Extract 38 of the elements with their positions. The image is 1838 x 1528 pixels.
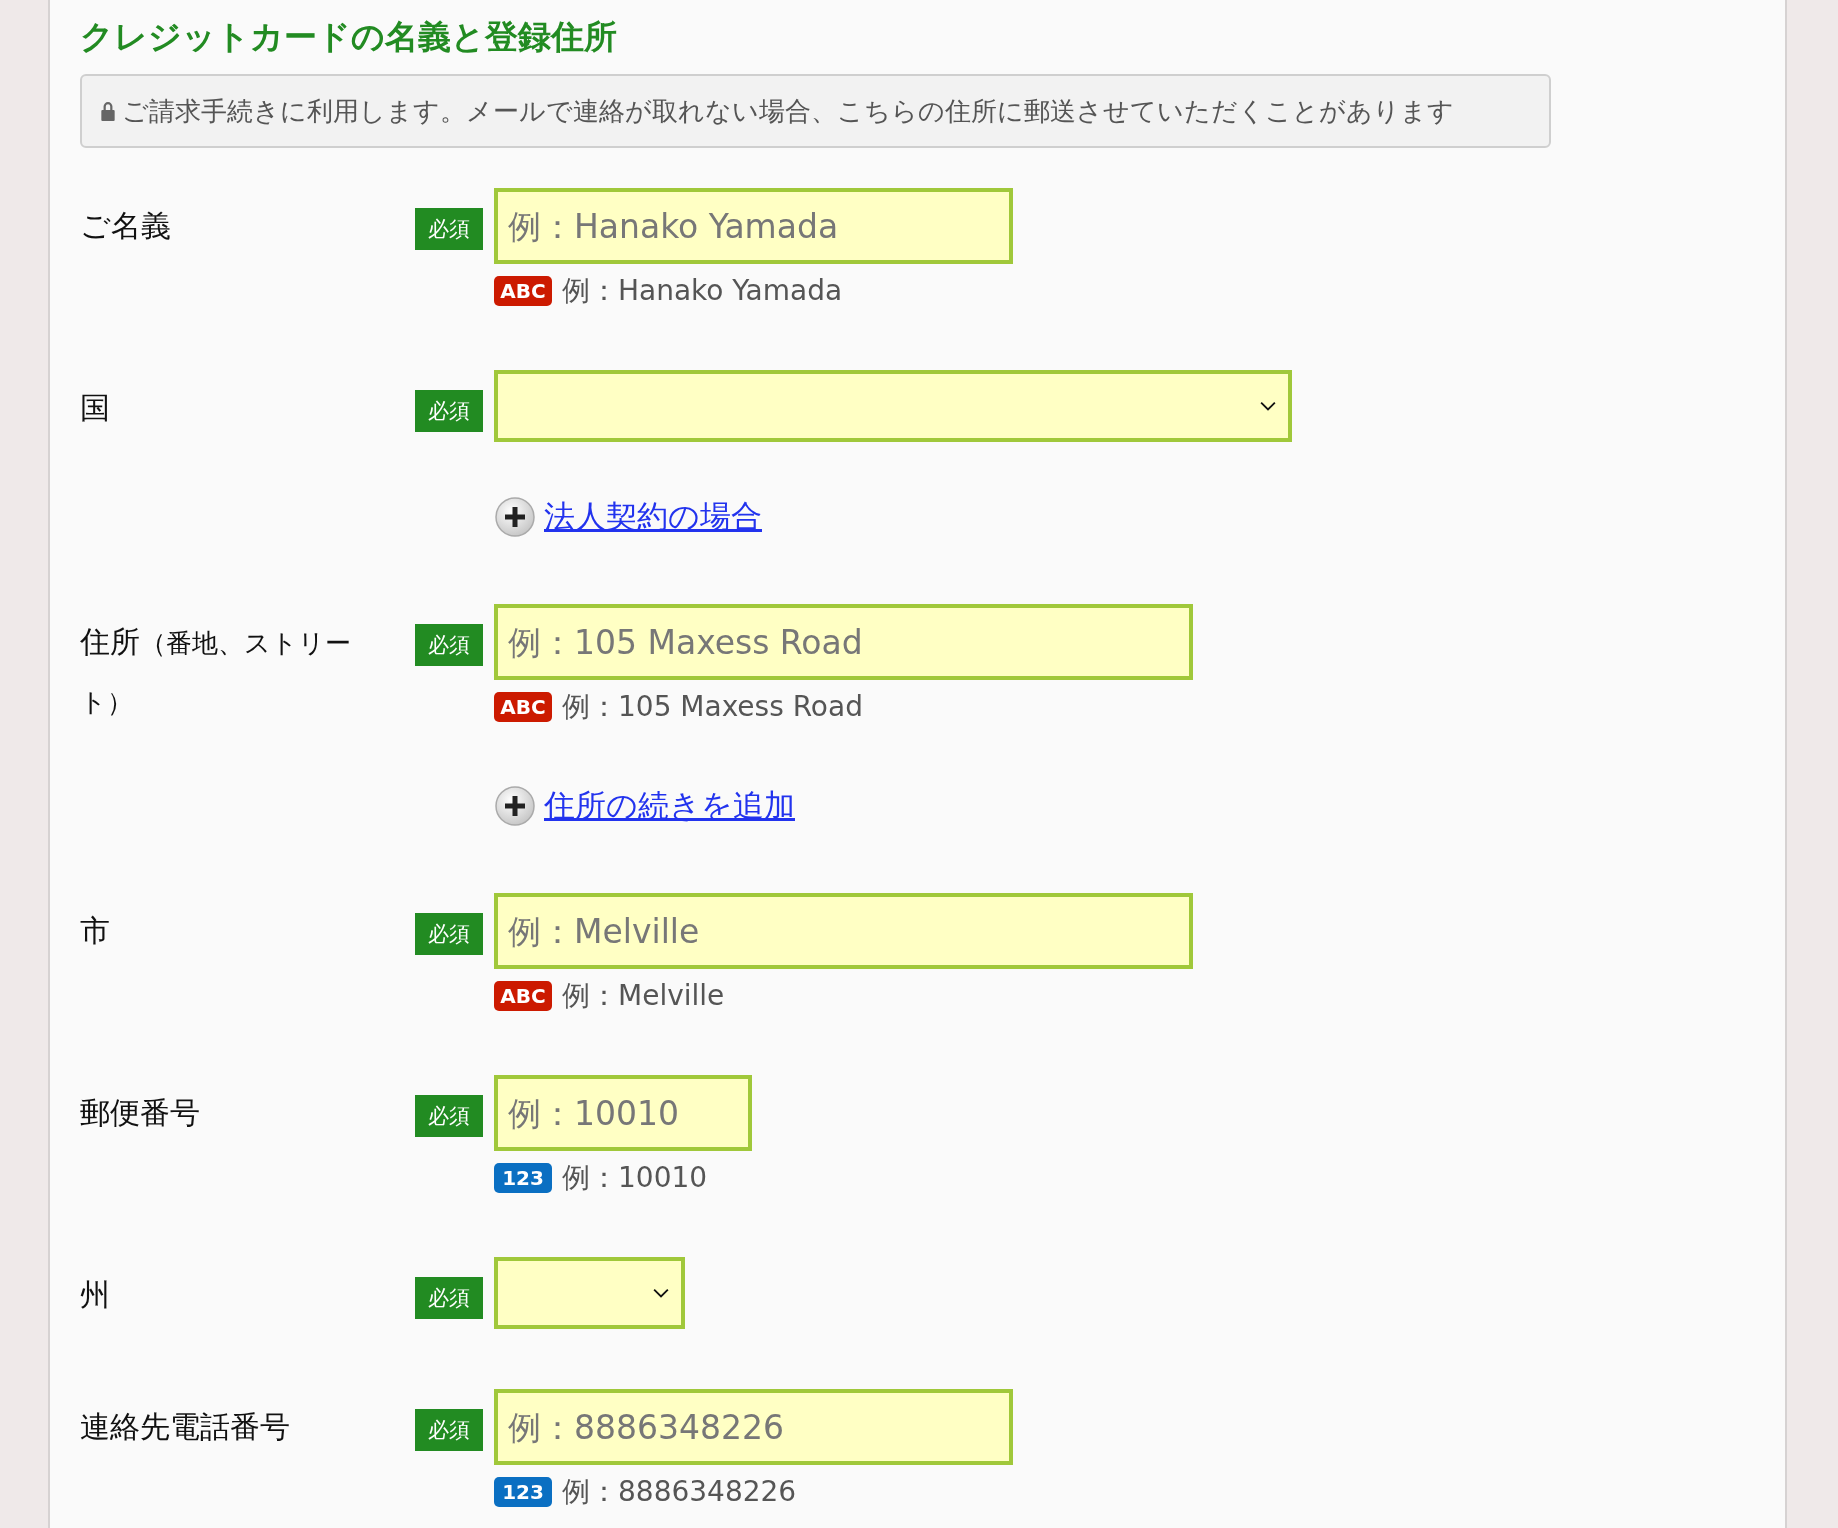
required-badge: 必須 [415, 1409, 483, 1451]
required-badge: 必須 [415, 624, 483, 666]
hint-text: 例：10010 [562, 1160, 708, 1196]
input-type-badge: 123 [494, 1477, 552, 1507]
hint-text: 例：8886348226 [562, 1474, 797, 1510]
required-badge: 必須 [415, 1277, 483, 1319]
field-label: 国 [80, 389, 111, 427]
input-type-badge: ABC [494, 692, 552, 722]
input-type-badge: ABC [494, 981, 552, 1011]
input-type-badge: ABC [494, 276, 552, 306]
plus-icon[interactable] [494, 496, 536, 538]
hint-text: 例：Hanako Yamada [562, 273, 843, 309]
text-field[interactable]: 例：Melville [494, 893, 1193, 969]
section-heading: クレジットカードの名義と登録住所 [80, 16, 618, 58]
add-link[interactable]: 住所の続きを追加 [544, 785, 795, 827]
text-field[interactable]: 例：105 Maxess Road [494, 604, 1193, 680]
field-label: 市 [80, 912, 111, 950]
chevron-icon [1260, 401, 1276, 411]
field-label: 州 [80, 1276, 111, 1314]
field-label: ご名義 [80, 207, 172, 245]
add-link[interactable]: 法人契約の場合 [544, 496, 762, 538]
notice-text: ご請求手続きに利用します。メールで連絡が取れない場合、こちらの住所に郵送させていただくことがあります [122, 94, 1454, 128]
required-badge: 必須 [415, 1095, 483, 1137]
lock-icon [100, 101, 116, 121]
hint-text: 例：Melville [562, 978, 725, 1014]
input-type-badge: 123 [494, 1163, 552, 1193]
chevron-icon [653, 1288, 669, 1298]
plus-icon[interactable] [494, 785, 536, 827]
text-field[interactable]: 例：10010 [494, 1075, 752, 1151]
text-field[interactable]: 例：8886348226 [494, 1389, 1013, 1465]
field-label: 住所（番地、ストリート） [80, 623, 352, 719]
field-label: 郵便番号 [80, 1094, 201, 1132]
required-badge: 必須 [415, 208, 483, 250]
required-badge: 必須 [415, 913, 483, 955]
field-label: 連絡先電話番号 [80, 1408, 291, 1446]
hint-text: 例：105 Maxess Road [562, 689, 863, 725]
required-badge: 必須 [415, 390, 483, 432]
text-field[interactable]: 例：Hanako Yamada [494, 188, 1013, 264]
